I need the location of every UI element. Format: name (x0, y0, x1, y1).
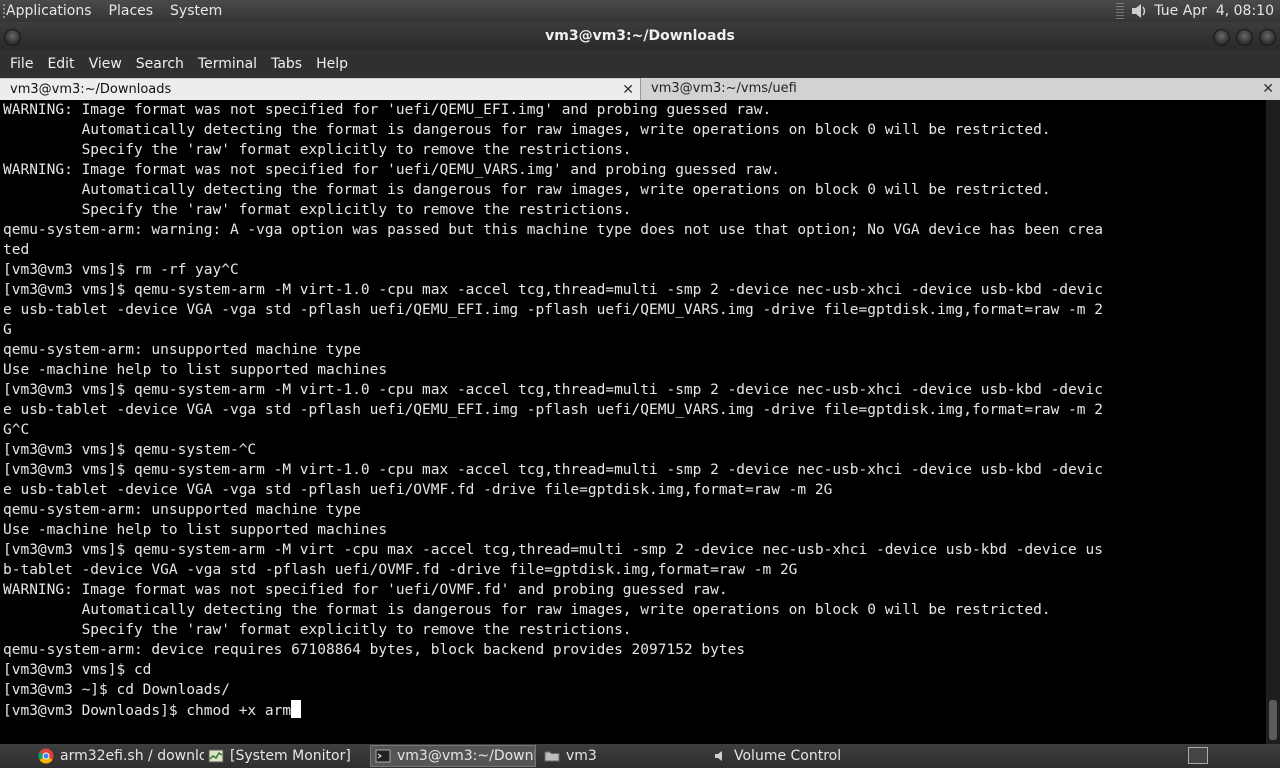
scrollbar-thumb[interactable] (1269, 700, 1277, 740)
folder-icon (544, 751, 560, 762)
terminal-text: WARNING: Image format was not specified … (0, 100, 1266, 700)
terminal-line: Automatically detecting the format is da… (3, 602, 1051, 618)
tab-uefi[interactable]: vm3@vm3:~/vms/uefi ✕ (640, 78, 1280, 100)
terminal-line: [vm3@vm3 ~]$ cd Downloads/ (3, 682, 230, 698)
terminal-line: Specify the 'raw' format explicitly to r… (3, 622, 632, 638)
close-tab-icon[interactable]: ✕ (622, 79, 634, 101)
terminal-line: G (3, 322, 12, 338)
menu-edit[interactable]: Edit (47, 56, 74, 72)
system-monitor-icon (208, 749, 224, 763)
taskbar-label: arm32efi.sh / downlo... (60, 748, 204, 764)
terminal-line: qemu-system-arm: unsupported machine typ… (3, 502, 361, 518)
terminal-line: [vm3@vm3 vms]$ qemu-system-arm -M virt-1… (3, 382, 1103, 398)
terminal-line: WARNING: Image format was not specified … (3, 102, 772, 118)
clock[interactable]: Tue Apr 4, 08:10 (1154, 3, 1274, 19)
terminal-line: [vm3@vm3 vms]$ qemu-system-arm -M virt-1… (3, 462, 1103, 478)
close-window-button[interactable] (1259, 29, 1276, 46)
taskbar-label: Volume Control (734, 748, 842, 764)
applications-menu[interactable]: Applications (6, 3, 92, 19)
tab-label: vm3@vm3:~/Downloads (10, 82, 172, 97)
taskbar-item-folder[interactable]: vm3 (540, 745, 700, 767)
tab-bar: vm3@vm3:~/Downloads ✕ vm3@vm3:~/vms/uefi… (0, 78, 1280, 100)
bottom-panel: arm32efi.sh / downlo... [System Monitor]… (0, 744, 1280, 768)
show-desktop-icon[interactable] (1188, 747, 1208, 764)
top-panel-tray: Tue Apr 4, 08:10 (1110, 0, 1274, 22)
terminal-line: G^C (3, 422, 30, 438)
places-menu[interactable]: Places (109, 3, 154, 19)
text-cursor (291, 700, 302, 718)
terminal-line: [vm3@vm3 vms]$ rm -rf yay^C (3, 262, 239, 278)
terminal-line: Use -machine help to list supported mach… (3, 522, 388, 538)
terminal-line: qemu-system-arm: unsupported machine typ… (3, 342, 361, 358)
menu-help[interactable]: Help (316, 56, 348, 72)
menu-file[interactable]: File (10, 56, 33, 72)
menu-search[interactable]: Search (136, 56, 184, 72)
taskbar-label: [System Monitor] (230, 748, 351, 764)
terminal-line: [vm3@vm3 vms]$ cd (3, 662, 152, 678)
top-panel-menus: Applications Places System (6, 0, 239, 22)
terminal-prompt-line[interactable]: [vm3@vm3 Downloads]$ chmod +x arm (0, 700, 1266, 721)
taskbar-item-volume-control[interactable]: Volume Control (708, 745, 878, 767)
window-titlebar[interactable]: vm3@vm3:~/Downloads (0, 22, 1280, 50)
menubar: File Edit View Search Terminal Tabs Help (0, 50, 1280, 78)
terminal-line: b-tablet -device VGA -vga std -pflash ue… (3, 562, 798, 578)
terminal-icon (375, 749, 391, 763)
terminal-line: Automatically detecting the format is da… (3, 182, 1051, 198)
terminal-line: [vm3@vm3 vms]$ qemu-system-arm -M virt -… (3, 542, 1103, 558)
taskbar-item-browser[interactable]: arm32efi.sh / downlo... (34, 745, 204, 767)
terminal-line: e usb-tablet -device VGA -vga std -pflas… (3, 402, 1103, 418)
tray-handle (1116, 3, 1125, 19)
chrome-icon (38, 748, 54, 764)
window-title: vm3@vm3:~/Downloads (545, 28, 735, 44)
volume-icon (715, 751, 722, 761)
terminal-line: WARNING: Image format was not specified … (3, 162, 780, 178)
minimize-button[interactable] (1213, 29, 1230, 46)
terminal-line: Specify the 'raw' format explicitly to r… (3, 202, 632, 218)
terminal-line: Use -machine help to list supported mach… (3, 362, 388, 378)
maximize-button[interactable] (1236, 29, 1253, 46)
terminal-line: [vm3@vm3 vms]$ qemu-system-^C (3, 442, 257, 458)
menu-tabs[interactable]: Tabs (271, 56, 302, 72)
taskbar-label: vm3 (566, 748, 597, 764)
menu-view[interactable]: View (89, 56, 122, 72)
taskbar-item-terminal[interactable]: vm3@vm3:~/Downl... (370, 745, 536, 767)
current-command: [vm3@vm3 Downloads]$ chmod +x arm (3, 703, 292, 719)
tab-downloads[interactable]: vm3@vm3:~/Downloads ✕ (0, 78, 640, 100)
terminal-line: ted (3, 242, 30, 258)
tab-label: vm3@vm3:~/vms/uefi (651, 81, 797, 96)
terminal-line: e usb-tablet -device VGA -vga std -pflas… (3, 302, 1103, 318)
close-tab-icon[interactable]: ✕ (1262, 78, 1274, 100)
terminal-output[interactable]: WARNING: Image format was not specified … (0, 100, 1266, 744)
terminal-line: [vm3@vm3 vms]$ qemu-system-arm -M virt-1… (3, 282, 1103, 298)
terminal-line: e usb-tablet -device VGA -vga std -pflas… (3, 482, 833, 498)
system-menu[interactable]: System (170, 3, 222, 19)
terminal-scrollbar[interactable] (1266, 100, 1280, 744)
volume-icon[interactable] (1130, 2, 1148, 20)
terminal-line: Automatically detecting the format is da… (3, 122, 1051, 138)
menu-terminal[interactable]: Terminal (198, 56, 257, 72)
top-panel: Applications Places System Tue Apr 4, 08… (0, 0, 1280, 22)
taskbar-item-system-monitor[interactable]: [System Monitor] (204, 745, 369, 767)
taskbar-label: vm3@vm3:~/Downl... (397, 748, 535, 764)
terminal-line: WARNING: Image format was not specified … (3, 582, 728, 598)
terminal-line: Specify the 'raw' format explicitly to r… (3, 142, 632, 158)
terminal-line: qemu-system-arm: device requires 6710886… (3, 642, 746, 658)
terminal-line: qemu-system-arm: warning: A -vga option … (3, 222, 1103, 238)
